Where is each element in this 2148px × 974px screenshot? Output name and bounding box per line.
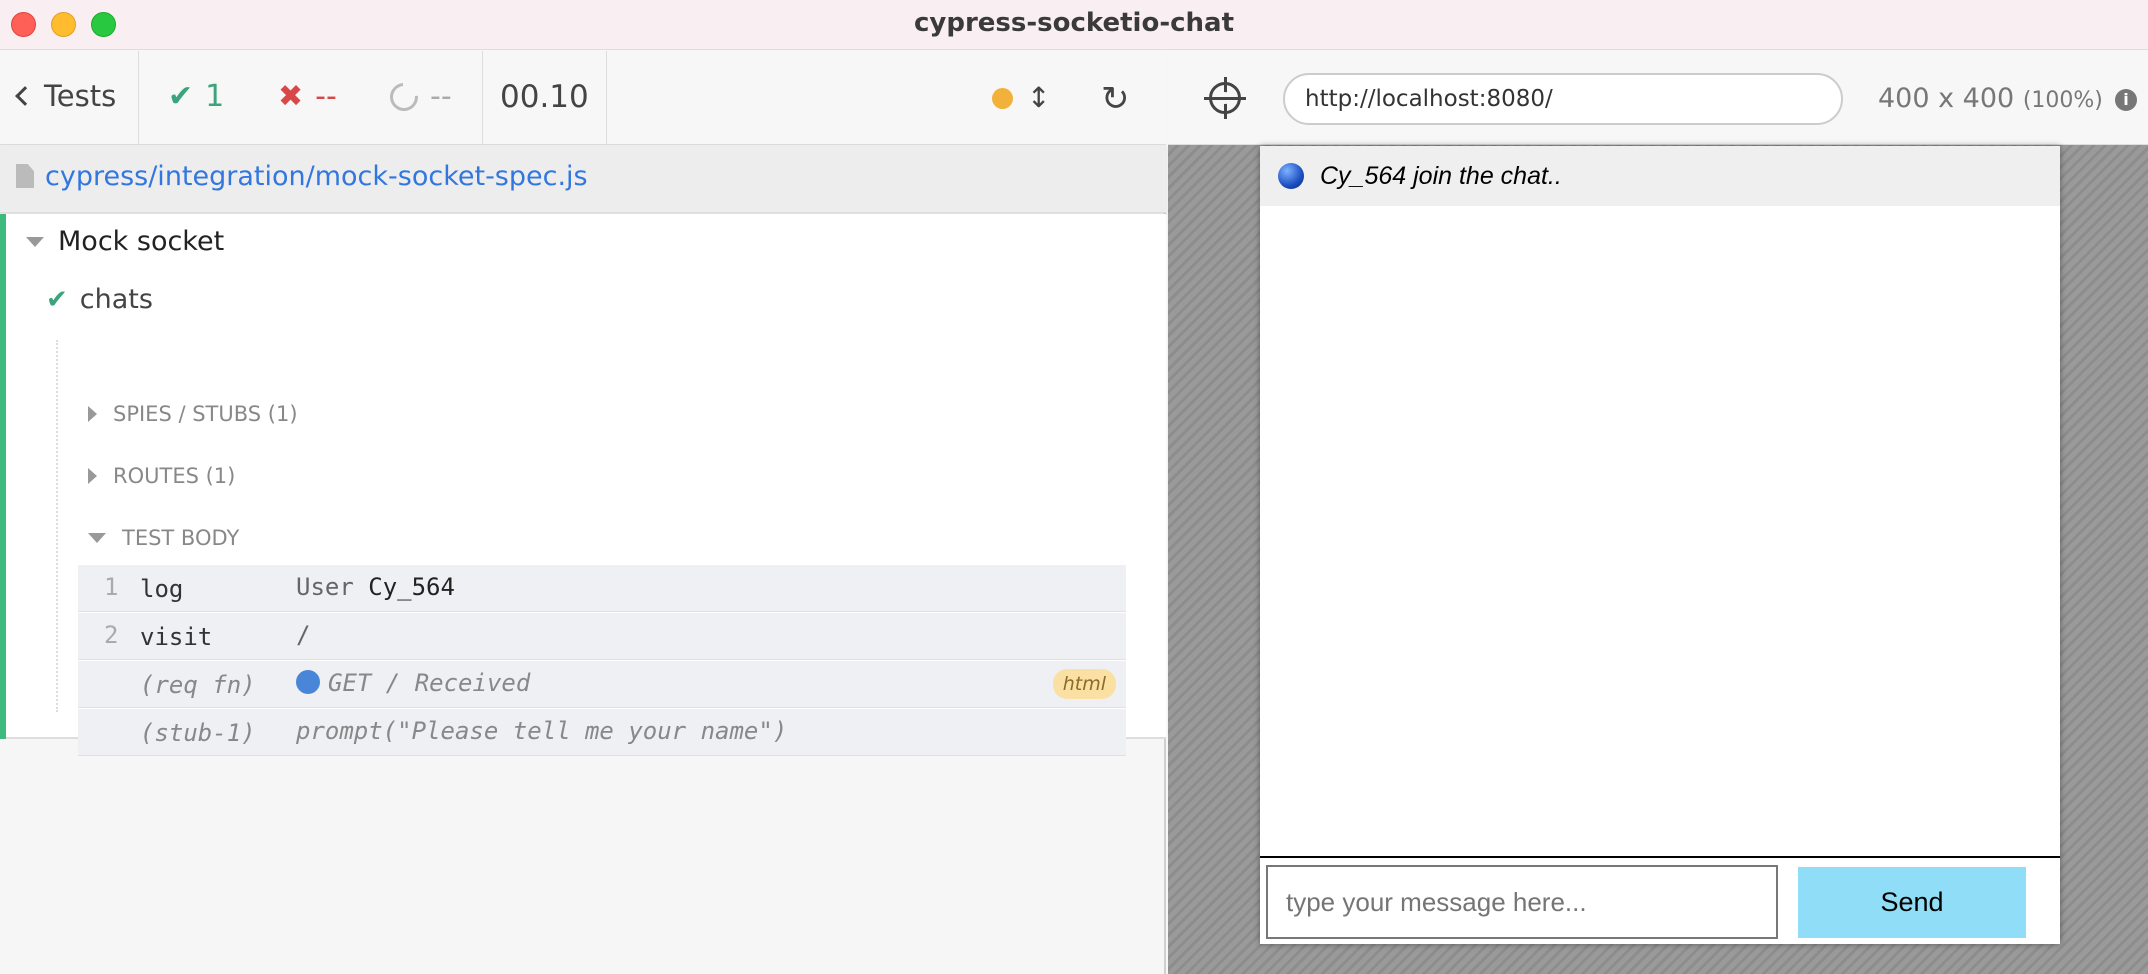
command-number: 2	[104, 621, 119, 649]
route-dot-icon	[296, 670, 320, 694]
url-bar[interactable]: http://localhost:8080/	[1283, 73, 1843, 125]
reload-icon[interactable]: ↻	[1101, 79, 1130, 119]
command-name: visit	[140, 623, 213, 651]
suite-title[interactable]: Mock socket	[26, 226, 224, 257]
command-message: prompt("Please tell me your name")	[296, 717, 788, 745]
command-row[interactable]: (req fn) GET / Received html	[78, 661, 1126, 708]
message-value: Cy_564	[368, 573, 455, 601]
chevron-left-icon	[15, 86, 35, 106]
command-message: GET / Received	[296, 669, 530, 697]
pending-value: --	[430, 79, 452, 114]
test-name: chats	[79, 284, 153, 315]
command-name: (req fn)	[140, 671, 256, 699]
info-icon[interactable]: i	[2115, 89, 2137, 111]
command-name: (stub-1)	[140, 719, 256, 747]
test-report: Mock socket ✔ chats SPIES / STUBS (1) RO…	[0, 214, 1166, 756]
caret-down-icon	[88, 533, 106, 543]
spec-header: cypress/integration/mock-socket-spec.js	[0, 145, 1166, 213]
command-log: 1 log User Cy_564 2 visit / (req fn) GET…	[78, 565, 1126, 756]
auto-scroll-icon[interactable]: ↕	[1027, 81, 1050, 114]
browser-toolbar: http://localhost:8080/ 400 x 400 (100%) …	[1168, 51, 2148, 145]
caret-right-icon	[88, 406, 97, 422]
divider	[138, 51, 139, 144]
spinner-icon	[384, 76, 424, 117]
chat-form: Send	[1260, 856, 2060, 944]
app-iframe: Cy_564 join the chat.. Send	[1260, 146, 2060, 944]
suite-name: Mock socket	[58, 226, 225, 257]
command-message: User Cy_564	[296, 573, 455, 601]
divider	[482, 51, 483, 144]
passed-value: 1	[205, 79, 225, 114]
file-icon	[16, 164, 34, 188]
command-name: log	[140, 575, 184, 603]
back-to-tests-button[interactable]: Tests	[15, 79, 117, 113]
spec-path-link[interactable]: cypress/integration/mock-socket-spec.js	[45, 161, 588, 192]
pending-count[interactable]: --	[384, 76, 452, 117]
command-row[interactable]: (stub-1) prompt("Please tell me your nam…	[78, 709, 1126, 756]
passed-count[interactable]: ✔ 1	[168, 79, 224, 114]
send-button[interactable]: Send	[1798, 867, 2026, 938]
section-label: TEST BODY	[122, 526, 240, 550]
check-icon: ✔	[168, 79, 194, 114]
section-label: SPIES / STUBS (1)	[113, 402, 298, 426]
x-icon: ✖	[278, 79, 304, 114]
spies-stubs-section[interactable]: SPIES / STUBS (1)	[88, 402, 298, 426]
status-dot-icon	[992, 88, 1013, 109]
test-title[interactable]: ✔ chats	[46, 284, 153, 315]
message-input[interactable]	[1266, 865, 1778, 939]
runner-panel: Tests ✔ 1 ✖ -- -- 00.10 ↕ ↻ cypress/inte…	[0, 51, 1166, 974]
routes-section[interactable]: ROUTES (1)	[88, 464, 235, 488]
app-preview-panel: http://localhost:8080/ 400 x 400 (100%) …	[1168, 51, 2148, 974]
chat-message-text: Cy_564 join the chat..	[1320, 161, 1562, 190]
runner-toolbar: Tests ✔ 1 ✖ -- -- 00.10 ↕ ↻	[0, 51, 1166, 145]
pass-indicator-bar	[0, 214, 6, 739]
section-label: ROUTES (1)	[113, 464, 236, 488]
response-type-badge: html	[1052, 669, 1116, 699]
failed-count[interactable]: ✖ --	[278, 79, 337, 114]
window-title: cypress-socketio-chat	[913, 8, 1235, 38]
caret-right-icon	[88, 468, 97, 484]
duration: 00.10	[500, 79, 589, 115]
chat-message: Cy_564 join the chat..	[1260, 146, 2060, 206]
back-label: Tests	[44, 79, 117, 113]
viewport-dimensions: 400 x 400	[1878, 83, 2015, 114]
test-body-section[interactable]: TEST BODY	[88, 526, 239, 550]
message-text: GET / Received	[328, 669, 531, 697]
command-row[interactable]: 2 visit /	[78, 613, 1126, 660]
divider	[606, 51, 607, 144]
command-message: /	[296, 621, 311, 649]
command-row[interactable]: 1 log User Cy_564	[78, 565, 1126, 612]
caret-down-icon	[26, 236, 44, 247]
viewport-size: 400 x 400 (100%)	[1878, 83, 2103, 114]
blue-circle-icon	[1278, 163, 1304, 189]
tree-guide	[56, 340, 58, 712]
command-number: 1	[104, 573, 119, 601]
zoom-level: (100%)	[2022, 88, 2103, 113]
check-icon: ✔	[46, 284, 68, 315]
window-titlebar: cypress-socketio-chat	[0, 0, 2148, 50]
failed-value: --	[315, 79, 337, 114]
message-prefix: User	[296, 573, 369, 601]
selector-playground-icon[interactable]	[1204, 77, 1246, 119]
